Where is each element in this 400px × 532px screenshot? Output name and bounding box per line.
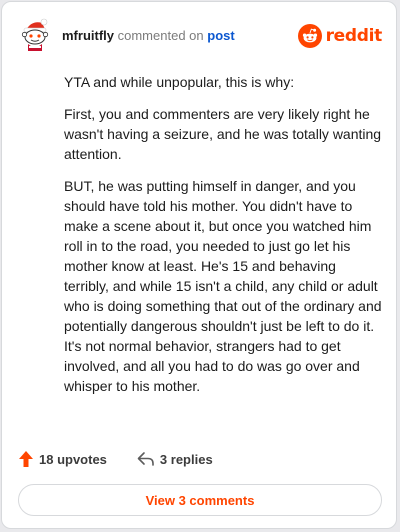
reddit-brand[interactable]: reddit <box>297 24 383 48</box>
comment-paragraph: First, you and commenters are very likel… <box>64 106 382 162</box>
post-link[interactable]: post <box>207 28 234 43</box>
brand-wordmark: reddit <box>325 26 383 46</box>
snoo-avatar-icon <box>21 18 49 51</box>
comment-card: mfruitfly commented on post reddit YTA a… <box>1 1 397 529</box>
replies-button[interactable]: 3 replies <box>137 451 213 467</box>
username-link[interactable]: mfruitfly <box>62 28 114 43</box>
upvote-button[interactable]: 18 upvotes <box>18 450 107 468</box>
comment-stats: 18 upvotes 3 replies <box>18 450 213 468</box>
comment-body: YTA and while unpopular, this is why: Fi… <box>64 72 382 408</box>
action-text: commented on <box>117 28 204 43</box>
reddit-logo-icon <box>297 24 322 48</box>
upvote-arrow-icon <box>19 451 33 467</box>
comment-meta: mfruitfly commented on post <box>62 28 235 44</box>
upvote-count: 18 upvotes <box>39 451 107 467</box>
reply-arrow-icon <box>137 452 154 466</box>
comment-paragraph: YTA and while unpopular, this is why: <box>64 74 295 90</box>
comment-header: mfruitfly commented on post reddit <box>18 18 382 52</box>
comment-paragraph: BUT, he was putting himself in danger, a… <box>64 178 382 394</box>
user-avatar[interactable] <box>18 18 52 52</box>
reply-count: 3 replies <box>159 451 213 467</box>
view-comments-button[interactable]: View 3 comments <box>18 484 382 516</box>
